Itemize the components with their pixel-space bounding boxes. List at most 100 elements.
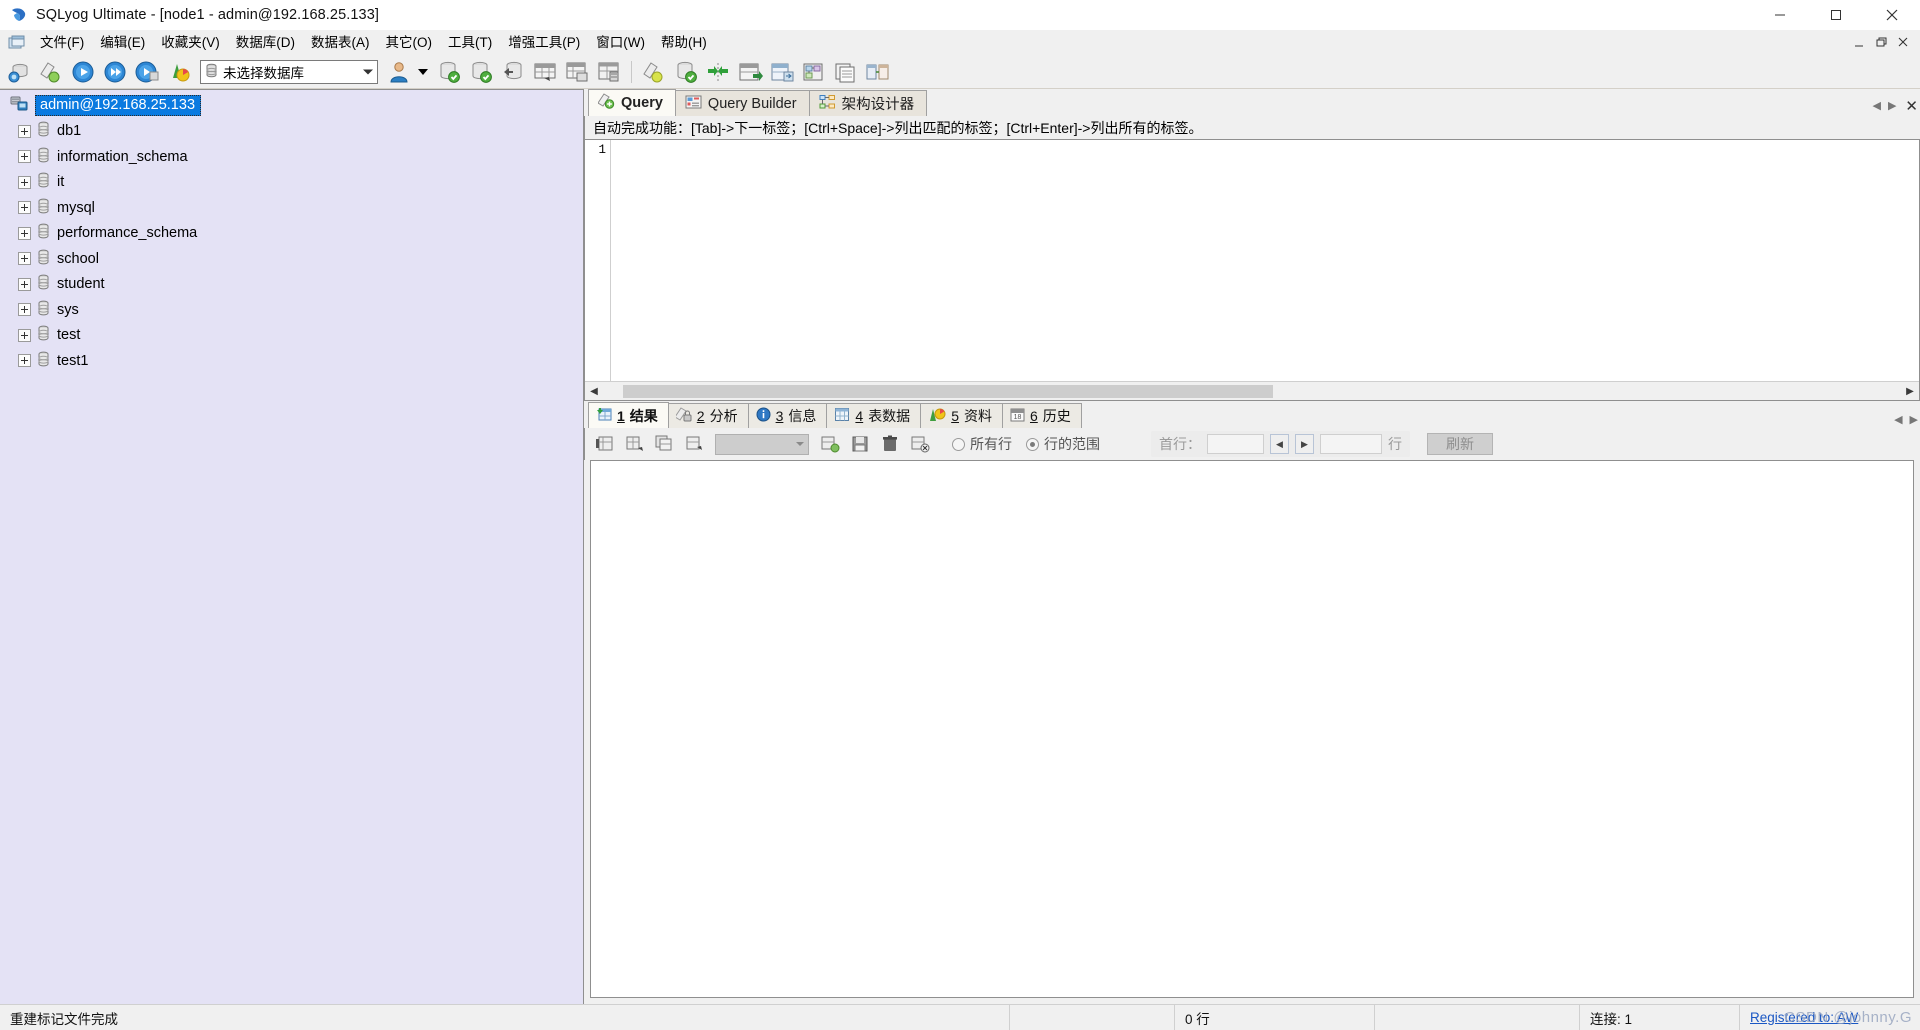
execute-query-stop-button[interactable] — [132, 57, 162, 87]
edit-row-button[interactable] — [681, 431, 708, 457]
insert-row-button[interactable] — [621, 431, 648, 457]
sql-editor[interactable]: 1 ◀ ▶ — [584, 139, 1920, 401]
database-selector[interactable]: 未选择数据库 — [200, 59, 378, 84]
tree-item-performance_schema[interactable]: performance_schema — [6, 221, 583, 247]
tree-item-mysql[interactable]: mysql — [6, 195, 583, 221]
menu-table[interactable]: 数据表(A) — [303, 33, 378, 53]
radio-row-range[interactable]: 行的范围 — [1026, 434, 1100, 454]
scroll-left-icon[interactable]: ◀ — [585, 383, 603, 400]
schema-designer-button[interactable] — [799, 57, 829, 87]
scrollbar-track[interactable] — [603, 382, 1901, 400]
tab-result[interactable]: 1 结果 — [588, 402, 669, 428]
expand-icon[interactable] — [18, 226, 31, 240]
tab-prev-button[interactable]: ◀ — [1872, 101, 1880, 112]
apply-changes-button[interactable] — [816, 431, 843, 457]
window-close-button[interactable] — [1864, 0, 1920, 30]
tree-item-db1[interactable]: db1 — [6, 119, 583, 145]
user-manager-button[interactable] — [384, 57, 414, 87]
tab-close-button[interactable]: ✕ — [1905, 99, 1918, 114]
data-sync-button[interactable] — [703, 57, 733, 87]
tab-history[interactable]: 18 6 历史 — [1001, 403, 1082, 428]
db-sync-button[interactable] — [671, 57, 701, 87]
refresh-button[interactable]: 刷新 — [1427, 433, 1493, 455]
copy-db-button[interactable] — [831, 57, 861, 87]
tree-item-it[interactable]: it — [6, 170, 583, 196]
menu-edit[interactable]: 编辑(E) — [92, 33, 153, 53]
data-compare-button[interactable] — [863, 57, 893, 87]
object-browser-panel[interactable]: admin@192.168.25.133 db1 information_sch… — [0, 89, 584, 1004]
row-count-input[interactable] — [1320, 434, 1382, 454]
tree-root-connection[interactable]: admin@192.168.25.133 — [6, 93, 583, 119]
editor-horizontal-scrollbar[interactable]: ◀ ▶ — [585, 381, 1919, 400]
menu-tools[interactable]: 工具(T) — [440, 33, 500, 53]
tab-query-builder[interactable]: Query Builder — [674, 90, 810, 116]
refresh-object-browser-button[interactable] — [36, 57, 66, 87]
execute-query-button[interactable] — [68, 57, 98, 87]
backup-restore-button[interactable] — [164, 57, 194, 87]
menu-window[interactable]: 窗口(W) — [588, 33, 653, 53]
export-data-button[interactable] — [767, 57, 797, 87]
menu-file[interactable]: 文件(F) — [32, 33, 92, 53]
save-button[interactable] — [846, 431, 873, 457]
sql-editor-area[interactable]: 1 — [585, 140, 1919, 381]
sql-code-input[interactable] — [611, 140, 1919, 381]
expand-icon[interactable] — [18, 124, 31, 138]
execute-all-queries-button[interactable] — [100, 57, 130, 87]
expand-icon[interactable] — [18, 354, 31, 368]
scroll-right-icon[interactable]: ▶ — [1901, 383, 1919, 400]
result-grid[interactable] — [590, 460, 1914, 998]
tab-info[interactable]: 3 信息 — [747, 403, 828, 428]
tree-item-test1[interactable]: test1 — [6, 348, 583, 374]
expand-icon[interactable] — [18, 303, 31, 317]
result-tab-next-button[interactable]: ▶ — [1910, 415, 1918, 426]
window-minimize-button[interactable] — [1752, 0, 1808, 30]
window-maximize-button[interactable] — [1808, 0, 1864, 30]
mdi-close-button[interactable] — [1897, 36, 1910, 49]
tree-item-sys[interactable]: sys — [6, 297, 583, 323]
menu-help[interactable]: 帮助(H) — [653, 33, 715, 53]
new-connection-button[interactable] — [4, 57, 34, 87]
tab-next-button[interactable]: ▶ — [1888, 101, 1896, 112]
create-database-button[interactable] — [434, 57, 464, 87]
create-table-button[interactable] — [530, 57, 560, 87]
tree-item-test[interactable]: test — [6, 323, 583, 349]
first-row-button[interactable] — [591, 431, 618, 457]
cancel-changes-button[interactable] — [906, 431, 933, 457]
mdi-restore-button[interactable] — [1875, 36, 1888, 49]
duplicate-row-button[interactable] — [651, 431, 678, 457]
sql-scheduler-button[interactable] — [639, 57, 669, 87]
menu-powertools[interactable]: 增强工具(P) — [500, 33, 588, 53]
drop-database-button[interactable] — [498, 57, 528, 87]
result-filter-combo[interactable] — [715, 433, 809, 455]
page-prev-button[interactable]: ◀ — [1270, 434, 1289, 454]
menu-favorites[interactable]: 收藏夹(V) — [153, 33, 228, 53]
alter-database-button[interactable] — [466, 57, 496, 87]
import-external-data-button[interactable] — [735, 57, 765, 87]
tab-objects[interactable]: 5 资料 — [920, 403, 1003, 428]
mdi-minimize-button[interactable] — [1853, 36, 1866, 49]
expand-icon[interactable] — [18, 175, 31, 189]
result-tab-prev-button[interactable]: ◀ — [1894, 415, 1902, 426]
tab-query[interactable]: Query — [588, 89, 676, 116]
tree-item-student[interactable]: student — [6, 272, 583, 298]
tree-item-information_schema[interactable]: information_schema — [6, 144, 583, 170]
tab-profiler[interactable]: 2 分析 — [667, 403, 749, 428]
menu-database[interactable]: 数据库(D) — [228, 33, 303, 53]
page-next-button[interactable]: ▶ — [1295, 434, 1314, 454]
manage-index-button[interactable] — [594, 57, 624, 87]
first-row-input[interactable] — [1207, 434, 1264, 454]
expand-icon[interactable] — [18, 328, 31, 342]
expand-icon[interactable] — [18, 252, 31, 266]
tab-schema-designer[interactable]: 架构设计器 — [808, 90, 928, 116]
tree-item-school[interactable]: school — [6, 246, 583, 272]
user-dropdown-caret-icon[interactable] — [418, 68, 428, 75]
trash-icon[interactable] — [876, 431, 903, 457]
alter-table-button[interactable] — [562, 57, 592, 87]
expand-icon[interactable] — [18, 150, 31, 164]
expand-icon[interactable] — [18, 277, 31, 291]
expand-icon[interactable] — [18, 201, 31, 215]
scrollbar-thumb[interactable] — [623, 384, 1273, 398]
tab-table-data[interactable]: 4 表数据 — [826, 403, 922, 428]
menu-other[interactable]: 其它(O) — [378, 33, 441, 53]
radio-all-rows[interactable]: 所有行 — [952, 434, 1012, 454]
